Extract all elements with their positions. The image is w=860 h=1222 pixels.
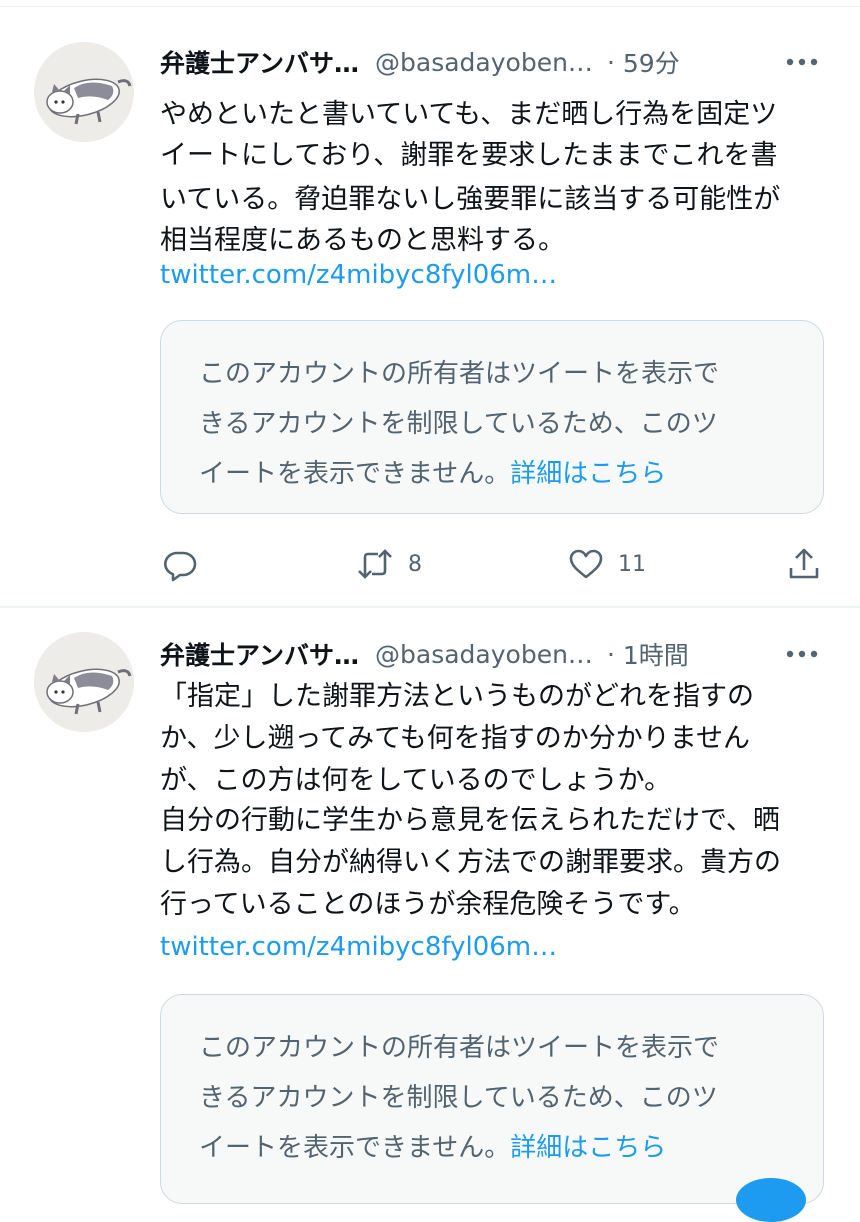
restricted-tweet-notice: このアカウントの所有者はツイートを表示で きるアカウントを制限しているため、この…: [160, 994, 824, 1204]
tweet-time[interactable]: 59分: [623, 44, 680, 80]
retweet-icon: [358, 549, 392, 579]
like-icon: [569, 549, 603, 579]
notice-line: イートを表示できません。詳細はこちら: [199, 1127, 666, 1164]
more-icon[interactable]: [782, 640, 822, 668]
more-icon[interactable]: [782, 48, 822, 76]
tweet-header: 弁護士アンバサ… @basadayoben… · 1時間: [160, 632, 830, 676]
reply-button[interactable]: [162, 544, 198, 584]
retweet-count: 8: [408, 551, 422, 577]
notice-line: このアカウントの所有者はツイートを表示で: [199, 1033, 720, 1063]
tweet-2[interactable]: 弁護士アンバサ… @basadayoben… · 1時間 「指定」した謝罪方法と…: [0, 608, 860, 1222]
tweet-text-line: し行為。自分が納得いく方法での謝罪要求。貴方の: [160, 847, 781, 878]
notice-text: イートを表示できません。: [199, 459, 511, 489]
notice-line: きるアカウントを制限しているため、このツ: [199, 409, 718, 439]
notice-line: きるアカウントを制限しているため、このツ: [199, 1083, 718, 1113]
tweet-text-line: やめといたと書いていても、まだ晒し行為を固定ツ: [160, 99, 778, 130]
tweet-text-line: 自分の行動に学生から意見を伝えられただけで、晒: [160, 805, 780, 836]
separator-dot: ·: [606, 47, 615, 77]
cat-avatar-image: [34, 42, 134, 142]
share-button[interactable]: [786, 544, 822, 584]
avatar[interactable]: [34, 632, 134, 732]
tweet-text-line: イートにしており、謝罪を要求したままでこれを書: [160, 140, 778, 171]
tweet-text: やめといたと書いていても、まだ晒し行為を固定ツ イートにしており、謝罪を要求した…: [160, 96, 828, 263]
author-handle[interactable]: @basadayoben…: [375, 48, 593, 77]
share-icon: [789, 548, 819, 579]
floating-compose-button[interactable]: [736, 1178, 806, 1222]
tweet-text-line: 相当程度にあるものと思料する。: [160, 225, 565, 256]
tweet-text-line: が、この方は何をしているのでしょうか。: [160, 765, 672, 796]
avatar[interactable]: [34, 42, 134, 142]
tweet-actions: 8 11: [160, 544, 828, 584]
tweet-text-line: 「指定」した謝罪方法というものがどれを指すの: [160, 681, 754, 712]
like-button[interactable]: 11: [568, 544, 646, 584]
reply-icon: [164, 551, 197, 582]
tweet-time[interactable]: 1時間: [623, 636, 689, 672]
cat-avatar-image: [34, 632, 134, 732]
author-name[interactable]: 弁護士アンバサ…: [160, 636, 359, 672]
like-count: 11: [618, 551, 646, 577]
tweet-header: 弁護士アンバサ… @basadayoben… · 59分: [160, 40, 830, 84]
separator-dot: ·: [606, 639, 615, 669]
tweet-text-line: か、少し遡ってみても何を指すのか分かりません: [160, 723, 750, 754]
tweet-1[interactable]: 弁護士アンバサ… @basadayoben… · 59分 やめといたと書いていて…: [0, 0, 860, 606]
author-handle[interactable]: @basadayoben…: [375, 640, 593, 669]
restricted-tweet-notice: このアカウントの所有者はツイートを表示で きるアカウントを制限しているため、この…: [160, 320, 824, 514]
tweet-link[interactable]: twitter.com/z4mibyc8fyl06m…: [160, 932, 557, 962]
retweet-button[interactable]: 8: [356, 544, 422, 584]
tweet-link[interactable]: twitter.com/z4mibyc8fyl06m…: [160, 260, 557, 290]
tweet-text-line: いている。脅迫罪ないし強要罪に該当する可能性が: [160, 184, 781, 215]
notice-text: イートを表示できません。: [199, 1133, 511, 1163]
author-name[interactable]: 弁護士アンバサ…: [160, 44, 359, 80]
notice-line: このアカウントの所有者はツイートを表示で: [199, 359, 720, 389]
details-link[interactable]: 詳細はこちら: [510, 1133, 666, 1163]
tweet-text-line: 行っていることのほうが余程危険そうです。: [160, 889, 696, 920]
notice-line: イートを表示できません。詳細はこちら: [199, 453, 666, 490]
tweet-text: 「指定」した謝罪方法というものがどれを指すの か、少し遡ってみても何を指すのか分…: [160, 678, 828, 928]
details-link[interactable]: 詳細はこちら: [510, 459, 666, 489]
